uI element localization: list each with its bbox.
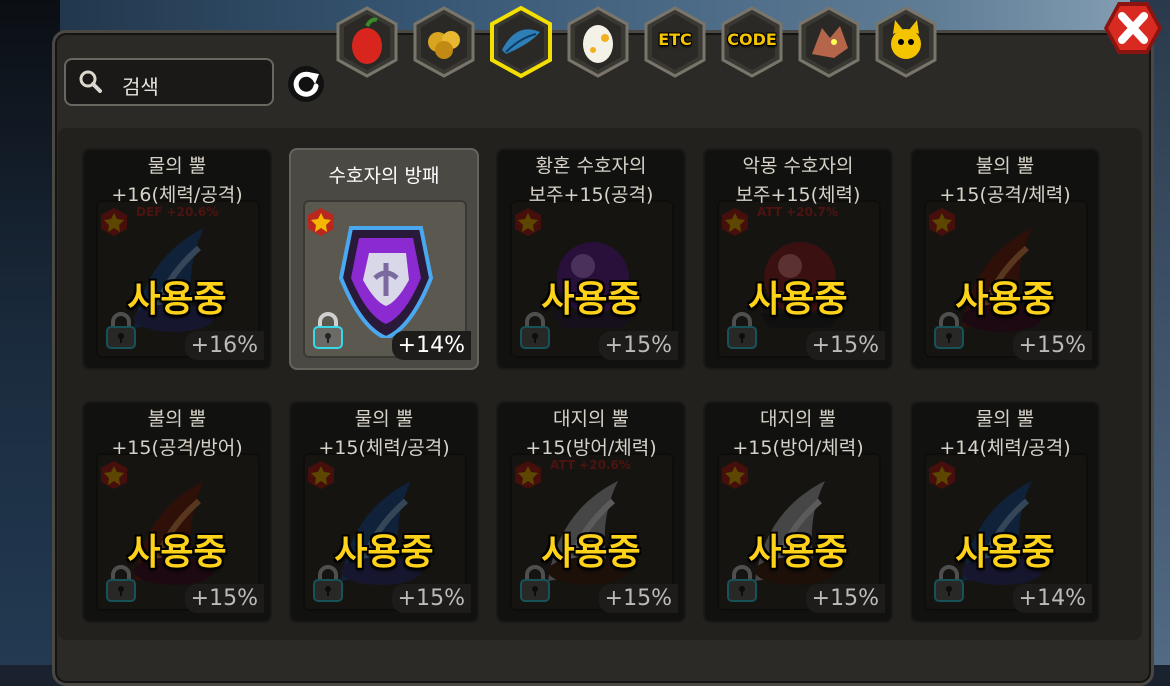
search-placeholder: 검색 [122, 75, 159, 99]
tab-egg[interactable] [563, 4, 633, 80]
item-percent: +15% [1012, 331, 1092, 360]
item-card[interactable]: 사용중 물의 뿔 +14(체력/공격) +14% [910, 401, 1100, 623]
item-card[interactable]: 수호자의 방패 +14% [289, 148, 479, 370]
tab-label: CODE [727, 30, 777, 49]
item-name: 대지의 뿔 +15(방어/체력) [525, 408, 657, 459]
item-card[interactable]: 사용중 황혼 수호자의 보주+15(공격) +15% [496, 148, 686, 370]
item-percent: +15% [805, 584, 885, 613]
item-card[interactable]: 사용중 불의 뿔 +15(공격/체력) +15% [910, 148, 1100, 370]
in-use-label: 사용중 [748, 532, 848, 573]
lock-icon[interactable] [311, 310, 345, 350]
item-name: 물의 뿔 +16(체력/공격) [111, 155, 243, 206]
grade-star-icon [305, 206, 337, 238]
in-use-label: 사용중 [955, 532, 1055, 573]
item-percent: +15% [184, 584, 264, 613]
tab-fruit[interactable] [332, 4, 402, 80]
in-use-label: 사용중 [127, 532, 227, 573]
item-percent: +14% [1012, 584, 1092, 613]
tab-code[interactable]: CODE [717, 4, 787, 80]
tab-cat-face[interactable] [871, 4, 941, 80]
item-percent: +15% [598, 584, 678, 613]
item-card[interactable]: 사용중 대지의 뿔 +15(방어/체력) +15% [703, 401, 893, 623]
fruit-icon [336, 6, 398, 78]
tab-dragon-head[interactable] [794, 4, 864, 80]
item-percent: +15% [598, 331, 678, 360]
tab-gold-nugget[interactable] [409, 4, 479, 80]
tab-blue-feather[interactable] [486, 4, 556, 80]
item-percent: +14% [391, 331, 471, 360]
item-percent: +16% [184, 331, 264, 360]
item-name: 황혼 수호자의 보주+15(공격) [528, 155, 654, 206]
gold-nugget-icon [413, 6, 475, 78]
item-name: 물의 뿔 +14(체력/공격) [939, 408, 1071, 459]
item-card[interactable]: ATT +20.7%사용중악몽 수호자의 보주+15(체력)+15% [703, 148, 893, 370]
in-use-label: 사용중 [748, 279, 848, 320]
blue-feather-icon [490, 5, 552, 79]
item-card[interactable]: DEF +20.6%사용중물의 뿔 +16(체력/공격)+16% [82, 148, 272, 370]
egg-icon [567, 6, 629, 78]
in-use-label: 사용중 [127, 279, 227, 320]
item-name: 불의 뿔 +15(공격/방어) [111, 408, 243, 459]
item-card[interactable]: 사용중 불의 뿔 +15(공격/방어) +15% [82, 401, 272, 623]
in-use-label: 사용중 [541, 279, 641, 320]
item-card[interactable]: ATT +20.6%사용중대지의 뿔 +15(방어/체력)+15% [496, 401, 686, 623]
tab-label: ETC [658, 30, 692, 49]
background-scene-left [0, 0, 60, 665]
search-input[interactable]: 검색 [64, 58, 274, 106]
item-name: 물의 뿔 +15(체력/공격) [318, 408, 450, 459]
search-icon [79, 70, 102, 93]
in-use-label: 사용중 [334, 532, 434, 573]
item-card[interactable]: 사용중 물의 뿔 +15(체력/공격) +15% [289, 401, 479, 623]
item-percent: +15% [805, 331, 885, 360]
item-grid: DEF +20.6%사용중물의 뿔 +16(체력/공격)+16%수호자의 방패+… [58, 128, 1142, 640]
dragon-head-icon [798, 6, 860, 78]
item-name: 수호자의 방패 [328, 165, 440, 187]
refresh-icon[interactable] [286, 64, 326, 104]
cat-face-icon [875, 6, 937, 78]
item-percent: +15% [391, 584, 471, 613]
item-name: 악몽 수호자의 보주+15(체력) [735, 155, 861, 206]
in-use-label: 사용중 [955, 279, 1055, 320]
close-button[interactable] [1102, 0, 1164, 56]
in-use-label: 사용중 [541, 532, 641, 573]
item-name: 대지의 뿔 +15(방어/체력) [732, 408, 864, 459]
tab-etc[interactable]: ETC [640, 4, 710, 80]
item-name: 불의 뿔 +15(공격/체력) [939, 155, 1071, 206]
item-image [338, 226, 434, 338]
